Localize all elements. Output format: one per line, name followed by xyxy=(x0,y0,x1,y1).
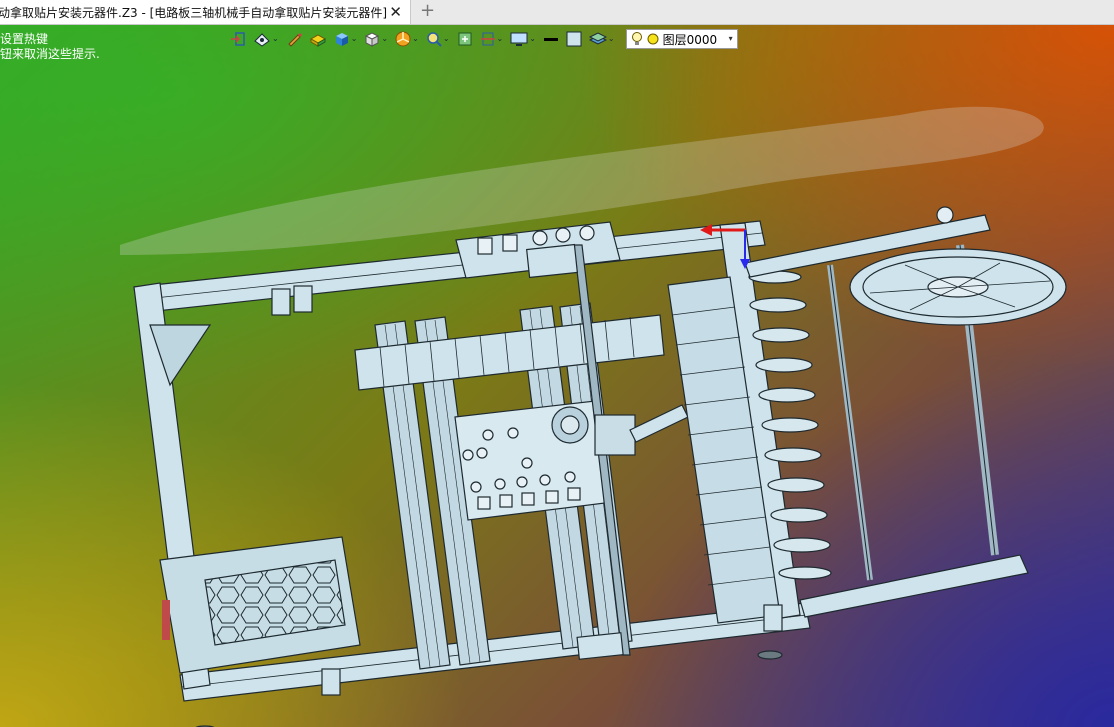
new-tab-icon[interactable]: + xyxy=(420,1,435,21)
3d-model[interactable] xyxy=(0,25,1114,727)
machine-assembly xyxy=(133,206,1067,727)
tab-bar: 动拿取贴片安装元器件.Z3 - [电路板三轴机械手自动拿取贴片安装元器件] ✕ … xyxy=(0,0,1114,25)
document-tab[interactable]: 动拿取贴片安装元器件.Z3 - [电路板三轴机械手自动拿取贴片安装元器件] ✕ xyxy=(0,0,411,24)
document-tab-title: 动拿取贴片安装元器件.Z3 - [电路板三轴机械手自动拿取贴片安装元器件] xyxy=(0,5,387,20)
close-icon[interactable]: ✕ xyxy=(389,3,402,21)
3d-viewport[interactable]: 设置热键 钮来取消这些提示. ⌄ ⌄ ⌄ ⌄ ⌄ ⌄ ⌄ ⌄ 图层0000 ▾ xyxy=(0,25,1114,727)
